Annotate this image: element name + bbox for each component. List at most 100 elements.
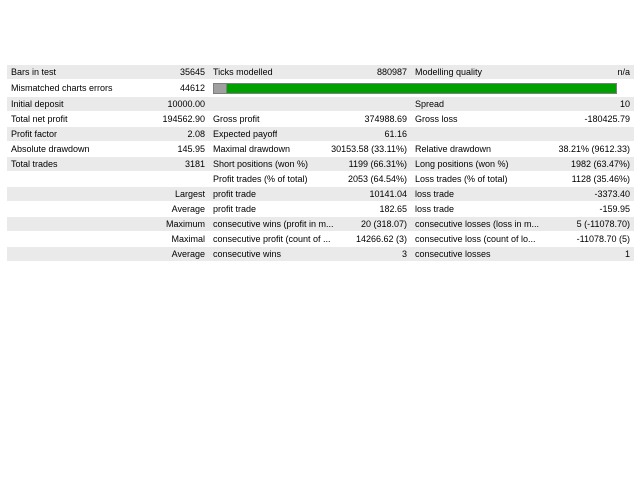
- label-average: Average: [7, 201, 209, 217]
- value-relative-drawdown: 38.21% (9612.33): [558, 144, 630, 154]
- label-bars-in-test: Bars in test: [11, 67, 57, 77]
- report-row: Initial deposit 10000.00 Spread 10: [7, 96, 634, 112]
- modelling-quality-bar-fill: [214, 83, 228, 93]
- label-loss-trades: Loss trades (% of total): [415, 174, 508, 184]
- label-total-trades: Total trades: [11, 159, 58, 169]
- report-cell: Total net profit 194562.90: [7, 111, 209, 127]
- report-cell: consecutive wins (profit in m... 20 (318.…: [209, 216, 411, 232]
- report-cell: Gross loss -180425.79: [411, 111, 634, 127]
- label-maximal-consecutive-profit: consecutive profit (count of ...: [213, 234, 331, 244]
- label-gross-profit: Gross profit: [213, 114, 260, 124]
- report-cell: consecutive losses 1: [411, 246, 634, 262]
- value-spread: 10: [619, 99, 630, 109]
- label-largest-loss-trade: loss trade: [415, 189, 455, 199]
- value-long-positions: 1982 (63.47%): [570, 159, 630, 169]
- label-expected-payoff: Expected payoff: [213, 129, 278, 139]
- label-max-consecutive-losses: consecutive losses (loss in m...: [415, 219, 540, 229]
- report-cell: [411, 126, 634, 142]
- value-absolute-drawdown: 145.95: [177, 144, 205, 154]
- label-average-consecutive-losses: consecutive losses: [415, 249, 491, 259]
- value-gross-loss: -180425.79: [584, 114, 630, 124]
- value-initial-deposit: 10000.00: [167, 99, 205, 109]
- value-mismatched-charts-errors: 44612: [179, 83, 205, 93]
- report-row: Total net profit 194562.90 Gross profit 37…: [7, 111, 634, 127]
- modelling-quality-bar-cell: [209, 79, 634, 97]
- report-cell: Modelling quality n/a: [411, 65, 634, 80]
- label-max-consecutive-wins: consecutive wins (profit in m...: [213, 219, 334, 229]
- report-cell: Short positions (won %) 1199 (66.31%): [209, 156, 411, 172]
- label-largest-profit-trade: profit trade: [213, 189, 257, 199]
- label-mismatched-charts-errors: Mismatched charts errors: [11, 83, 113, 93]
- report-cell: profit trade 10141.04: [209, 186, 411, 202]
- modelling-quality-bar: [213, 82, 617, 94]
- value-bars-in-test: 35645: [179, 67, 205, 77]
- value-average-consecutive-losses: 1: [624, 249, 630, 259]
- label-absolute-drawdown: Absolute drawdown: [11, 144, 90, 154]
- report-row: Profit factor 2.08 Expected payoff 61.16: [7, 126, 634, 142]
- report-cell: profit trade 182.65: [209, 201, 411, 217]
- report-cell: Expected payoff 61.16: [209, 126, 411, 142]
- value-ticks-modelled: 880987: [376, 67, 407, 77]
- label-total-net-profit: Total net profit: [11, 114, 68, 124]
- value-total-net-profit: 194562.90: [162, 114, 205, 124]
- report-cell: Maximal drawdown 30153.58 (33.11%): [209, 141, 411, 157]
- value-maximal-drawdown: 30153.58 (33.11%): [331, 144, 407, 154]
- report-cell: Profit factor 2.08: [7, 126, 209, 142]
- label-average-profit-trade: profit trade: [213, 204, 257, 214]
- report-cell: consecutive loss (count of lo... -11078.7…: [411, 231, 634, 247]
- label-maximal: Maximal: [7, 231, 209, 247]
- value-average-loss-trade: -159.95: [599, 204, 630, 214]
- value-maximal-consecutive-loss: -11078.70 (5): [576, 234, 630, 244]
- report-cell: Spread 10: [411, 96, 634, 112]
- report-cell: Bars in test 35645: [7, 65, 209, 80]
- value-gross-profit: 374988.69: [364, 114, 407, 124]
- value-max-consecutive-wins: 20 (318.07): [360, 219, 407, 229]
- report-row: Average profit trade 182.65 loss trade -15…: [7, 201, 634, 217]
- value-maximal-consecutive-profit: 14266.62 (3): [355, 234, 407, 244]
- report-cell: Profit trades (% of total) 2053 (64.54%): [209, 171, 411, 187]
- value-average-consecutive-wins: 3: [401, 249, 407, 259]
- label-profit-factor: Profit factor: [11, 129, 58, 139]
- label-modelling-quality: Modelling quality: [415, 67, 483, 77]
- report-cell: consecutive wins 3: [209, 246, 411, 262]
- value-max-consecutive-losses: 5 (-11078.70): [576, 219, 630, 229]
- value-largest-loss-trade: -3373.40: [594, 189, 630, 199]
- report-cell: Long positions (won %) 1982 (63.47%): [411, 156, 634, 172]
- label-maximal-consecutive-loss: consecutive loss (count of lo...: [415, 234, 536, 244]
- value-short-positions: 1199 (66.31%): [348, 159, 407, 169]
- report-row: Average consecutive wins 3 consecutive lo…: [7, 246, 634, 262]
- value-total-trades: 3181: [184, 159, 205, 169]
- report-cell: Total trades 3181: [7, 156, 209, 172]
- label-average-consecutive-wins: consecutive wins: [213, 249, 282, 259]
- report-cell: Ticks modelled 880987: [209, 65, 411, 80]
- value-expected-payoff: 61.16: [384, 129, 407, 139]
- backtest-report-table: Bars in test 35645 Ticks modelled 880987 M…: [7, 65, 634, 262]
- label-short-positions: Short positions (won %): [213, 159, 309, 169]
- report-cell: Absolute drawdown 145.95: [7, 141, 209, 157]
- label-maximal-drawdown: Maximal drawdown: [213, 144, 291, 154]
- label-maximum: Maximum: [7, 216, 209, 232]
- label-average-loss-trade: loss trade: [415, 204, 455, 214]
- label-largest: Largest: [7, 186, 209, 202]
- label-average-consecutive: Average: [7, 246, 209, 262]
- value-loss-trades: 1128 (35.46%): [571, 174, 630, 184]
- value-largest-profit-trade: 10141.04: [369, 189, 407, 199]
- label-gross-loss: Gross loss: [415, 114, 458, 124]
- report-row: Mismatched charts errors 44612: [7, 79, 634, 97]
- label-profit-trades: Profit trades (% of total): [213, 174, 308, 184]
- report-cell: loss trade -159.95: [411, 201, 634, 217]
- report-cell: Mismatched charts errors 44612: [7, 79, 209, 97]
- report-row: Maximum consecutive wins (profit in m...…: [7, 216, 634, 232]
- value-profit-trades: 2053 (64.54%): [347, 174, 407, 184]
- report-cell: consecutive losses (loss in m... 5 (-1107…: [411, 216, 634, 232]
- report-cell: Initial deposit 10000.00: [7, 96, 209, 112]
- report-cell: consecutive profit (count of ... 14266.62…: [209, 231, 411, 247]
- report-cell: loss trade -3373.40: [411, 186, 634, 202]
- report-cell: Relative drawdown 38.21% (9612.33): [411, 141, 634, 157]
- report-row: Absolute drawdown 145.95 Maximal drawdown…: [7, 141, 634, 157]
- label-spread: Spread: [415, 99, 445, 109]
- value-modelling-quality: n/a: [617, 67, 630, 77]
- report-row: Total trades 3181 Short positions (won %)…: [7, 156, 634, 172]
- report-cell: [7, 171, 209, 187]
- value-profit-factor: 2.08: [187, 129, 205, 139]
